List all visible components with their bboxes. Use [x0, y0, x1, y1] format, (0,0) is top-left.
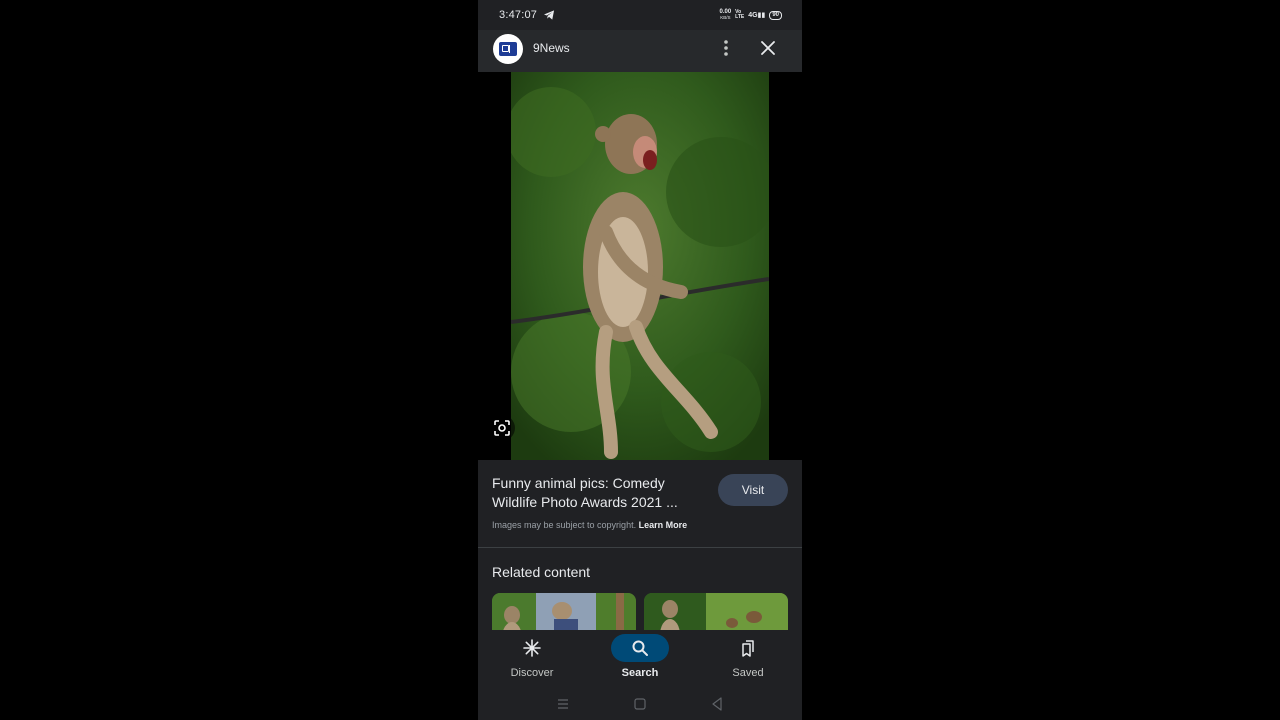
battery-icon: 90: [769, 10, 782, 20]
bookmarks-icon: [742, 640, 754, 657]
status-time: 3:47:07: [499, 9, 538, 21]
9news-logo-icon[interactable]: [493, 34, 523, 64]
main-photo[interactable]: [511, 72, 769, 460]
learn-more-link[interactable]: Learn More: [639, 520, 688, 530]
bottom-navigation: Discover Search Saved: [478, 630, 802, 688]
recent-apps-icon[interactable]: [553, 694, 573, 714]
copyright-notice: Images may be subject to copyright. Lear…: [492, 520, 688, 530]
status-bar: 3:47:07 0.00 KB/S Vo LTE 4G▮▮ 90: [478, 0, 802, 30]
result-info: Funny animal pics: Comedy Wildlife Photo…: [478, 460, 802, 548]
viewer-header: 9News: [478, 30, 802, 72]
system-navigation-bar: [478, 688, 802, 720]
close-icon[interactable]: [758, 38, 778, 58]
related-thumbnail[interactable]: [492, 593, 636, 633]
signal-icon: 4G▮▮: [748, 12, 766, 19]
home-icon[interactable]: [630, 694, 650, 714]
google-lens-button[interactable]: [489, 415, 515, 441]
visit-button[interactable]: Visit: [718, 474, 788, 506]
monkey-photo: [511, 72, 769, 460]
google-lens-icon: [494, 420, 510, 436]
back-icon[interactable]: [707, 694, 727, 714]
nav-search[interactable]: Search: [586, 630, 694, 688]
asterisk-icon: [523, 639, 541, 657]
related-thumbnail[interactable]: [644, 593, 788, 633]
image-viewer: [478, 72, 802, 460]
result-title[interactable]: Funny animal pics: Comedy Wildlife Photo…: [492, 474, 697, 512]
phone-screen: 3:47:07 0.00 KB/S Vo LTE 4G▮▮ 90 9News F…: [478, 0, 802, 720]
related-content-heading: Related content: [492, 564, 591, 580]
volte-indicator: Vo LTE: [735, 9, 745, 20]
related-content-row: [492, 593, 788, 633]
source-name[interactable]: 9News: [533, 41, 570, 55]
nav-saved[interactable]: Saved: [694, 630, 802, 688]
network-speed: 0.00 KB/S: [719, 9, 732, 20]
more-vert-icon[interactable]: [718, 38, 734, 58]
search-icon: [632, 640, 648, 656]
status-indicators: 0.00 KB/S Vo LTE 4G▮▮ 90: [719, 9, 782, 21]
telegram-icon: [544, 10, 555, 20]
nav-discover[interactable]: Discover: [478, 630, 586, 688]
